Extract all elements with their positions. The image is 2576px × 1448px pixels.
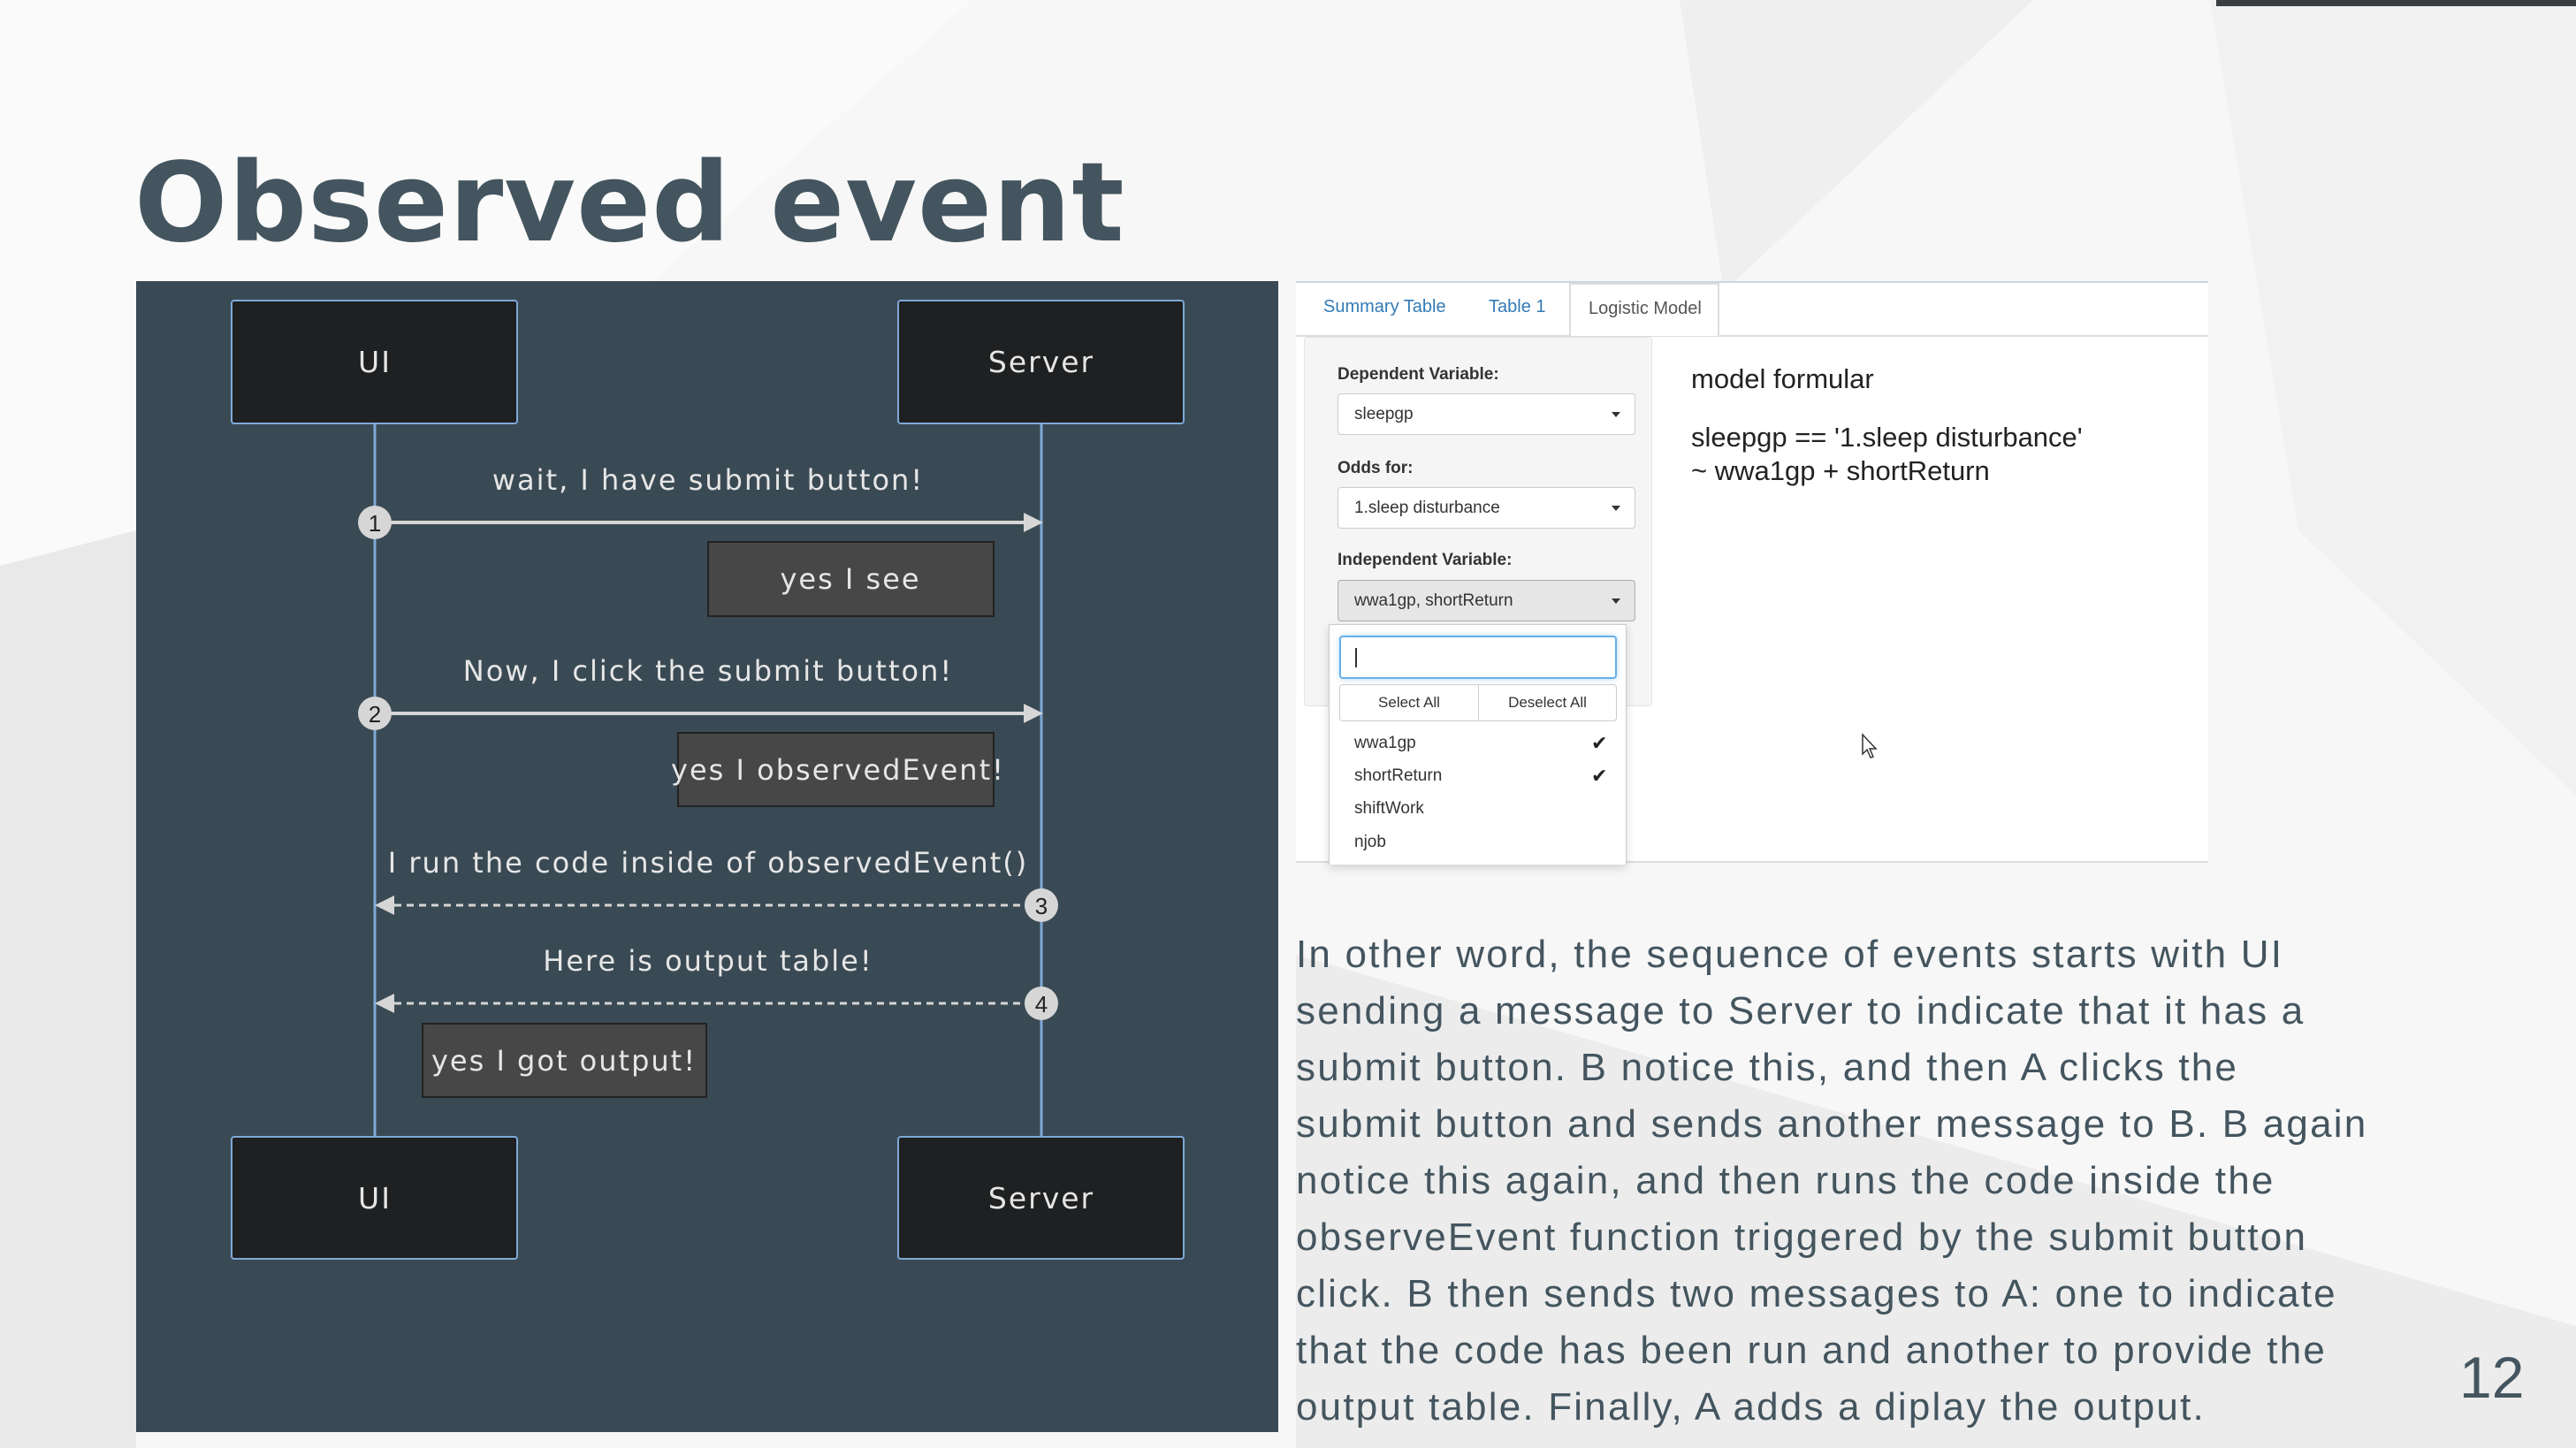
note-text: yes I got output!: [431, 1044, 697, 1078]
participant-server-bottom: Server: [897, 1136, 1185, 1260]
paragraph-line: submit button and sends another message …: [1296, 1102, 2368, 1146]
dependent-variable-label: Dependent Variable:: [1338, 365, 1499, 384]
participant-ui-top: UI: [231, 300, 518, 424]
sequence-number: 3: [1035, 893, 1048, 919]
note-text: yes I observedEvent!: [671, 753, 1005, 787]
formula-line-2: ~ wwa1gp + shortReturn: [1691, 455, 1990, 486]
independent-variable-dropdown: Select All Deselect All wwa1gp ✔ shortRet…: [1329, 624, 1627, 865]
checkmark-icon: ✔: [1591, 732, 1608, 754]
paragraph-line: submit button. B notice this, and then A…: [1296, 1046, 2239, 1089]
note-text: yes I see: [780, 562, 920, 596]
participant-label: Server: [988, 1181, 1094, 1216]
dropdown-search-input[interactable]: [1339, 636, 1617, 679]
odds-for-label: Odds for:: [1338, 459, 1414, 477]
message-label: wait, I have submit button!: [492, 463, 924, 497]
note: yes I observedEvent!: [671, 732, 1005, 807]
participant-label: Server: [988, 345, 1094, 379]
note: yes I see: [707, 541, 995, 617]
sequence-number: 4: [1035, 991, 1048, 1017]
paragraph-line: output table. Finally, A adds a diplay t…: [1296, 1385, 2206, 1429]
deselect-all-button[interactable]: Deselect All: [1478, 684, 1617, 721]
tab-table-1[interactable]: Table 1: [1489, 297, 1546, 317]
caret-down-icon: [1612, 598, 1620, 604]
option-label: shortReturn: [1354, 766, 1443, 785]
sequence-diagram: UI Server UI Server wait, I have submit …: [136, 281, 1278, 1432]
selected-value: sleepgp: [1354, 405, 1414, 423]
message-label: I run the code inside of observedEvent(): [388, 846, 1028, 880]
slide-title: Observed event: [134, 140, 1125, 267]
select-all-button[interactable]: Select All: [1339, 684, 1479, 721]
option-label: wwa1gp: [1354, 734, 1416, 752]
participant-server-top: Server: [897, 300, 1185, 424]
page-number: 12: [2459, 1345, 2525, 1410]
selected-value: wwa1gp, shortReturn: [1354, 591, 1513, 610]
explanation-paragraph: In other word, the sequence of events st…: [1296, 926, 2367, 1436]
tab-logistic-model[interactable]: Logistic Model: [1569, 283, 1719, 336]
independent-variable-label: Independent Variable:: [1338, 551, 1513, 569]
paragraph-line: sending a message to Server to indicate …: [1296, 989, 2305, 1033]
option-label: shiftWork: [1354, 799, 1424, 818]
odds-for-select[interactable]: 1.sleep disturbance: [1338, 487, 1635, 529]
shiny-app-screenshot: Summary Table Table 1 Logistic Model Dep…: [1296, 281, 2208, 865]
participant-ui-bottom: UI: [231, 1136, 518, 1260]
text-cursor: [1355, 648, 1357, 667]
paragraph-line: notice this again, and then runs the cod…: [1296, 1159, 2275, 1202]
participant-label: UI: [358, 345, 392, 379]
tab-bar: Summary Table Table 1 Logistic Model: [1296, 283, 2208, 337]
message-label: Now, I click the submit button!: [463, 654, 953, 688]
caret-down-icon: [1612, 506, 1620, 511]
independent-variable-select[interactable]: wwa1gp, shortReturn: [1338, 580, 1635, 621]
mouse-cursor-icon: [1862, 733, 1878, 758]
sequence-number: 1: [369, 510, 381, 537]
participant-label: UI: [358, 1181, 392, 1216]
checkmark-icon: ✔: [1591, 765, 1608, 787]
option-label: njob: [1354, 833, 1386, 851]
paragraph-line: that the code has been run and another t…: [1296, 1329, 2328, 1372]
selected-value: 1.sleep disturbance: [1354, 499, 1500, 517]
caret-down-icon: [1612, 412, 1620, 417]
top-accent-bar: [2216, 0, 2576, 6]
tab-summary-table[interactable]: Summary Table: [1323, 297, 1446, 317]
dependent-variable-select[interactable]: sleepgp: [1338, 393, 1635, 435]
model-heading: model formular: [1691, 363, 1874, 394]
note: yes I got output!: [422, 1023, 707, 1098]
paragraph-line: In other word, the sequence of events st…: [1296, 933, 2284, 976]
message-label: Here is output table!: [543, 944, 873, 978]
paragraph-line: observeEvent function triggered by the s…: [1296, 1216, 2308, 1259]
paragraph-line: click. B then sends two messages to A: o…: [1296, 1272, 2337, 1315]
sequence-number: 2: [369, 701, 381, 728]
formula-line-1: sleepgp == '1.sleep disturbance': [1691, 422, 2083, 453]
